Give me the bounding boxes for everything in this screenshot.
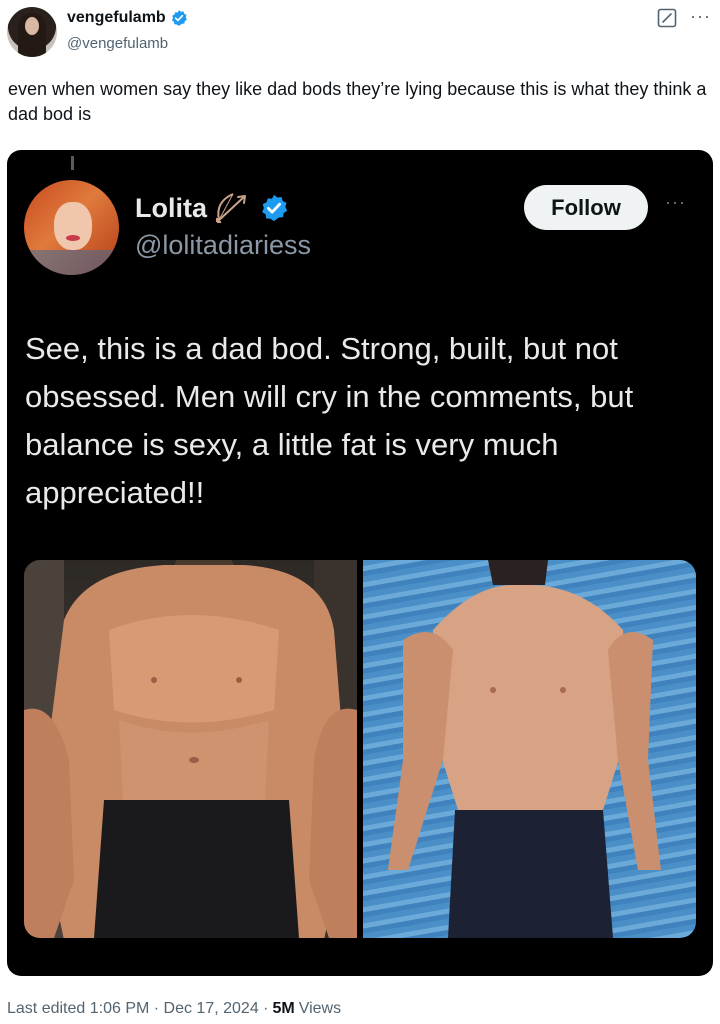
quoted-name-row: Lolita	[135, 190, 289, 226]
bow-and-arrow-icon	[216, 193, 246, 223]
tweet-text: even when women say they like dad bods t…	[8, 79, 707, 124]
photo-left	[24, 560, 357, 938]
quoted-verified-badge-icon	[262, 194, 288, 222]
quoted-text: See, this is a dad bod. Strong, built, b…	[25, 331, 634, 510]
edit-icon[interactable]	[657, 8, 677, 28]
quoted-display-name: Lolita	[135, 192, 207, 223]
quoted-handle: @lolitadiariess	[135, 230, 311, 260]
quoted-author-avatar	[24, 180, 119, 275]
views-label: Views	[298, 1000, 342, 1017]
edited-timestamp[interactable]: Last edited 1:06 PM · Dec 17, 2024 ·	[7, 1000, 268, 1018]
author-handle[interactable]: @vengefulamb	[67, 35, 168, 52]
more-icon[interactable]: ···	[690, 6, 711, 27]
views-count: 5M	[272, 1000, 295, 1017]
follow-button: Follow	[524, 185, 648, 230]
photo-right	[363, 560, 696, 938]
quoted-more-icon: ···	[665, 192, 686, 212]
tweet-header: vengefulamb @vengefulamb ···	[0, 0, 720, 70]
verified-badge-icon	[171, 10, 187, 26]
author-avatar[interactable]	[7, 7, 57, 57]
author-display-name[interactable]: vengefulamb	[67, 9, 166, 27]
author-name-row: vengefulamb	[67, 9, 188, 27]
tweet-meta: Last edited 1:06 PM · Dec 17, 2024 · 5M …	[7, 1000, 341, 1018]
quoted-media-card[interactable]: Lolita @lolitadiariess Follow ··· See, t…	[7, 150, 713, 976]
